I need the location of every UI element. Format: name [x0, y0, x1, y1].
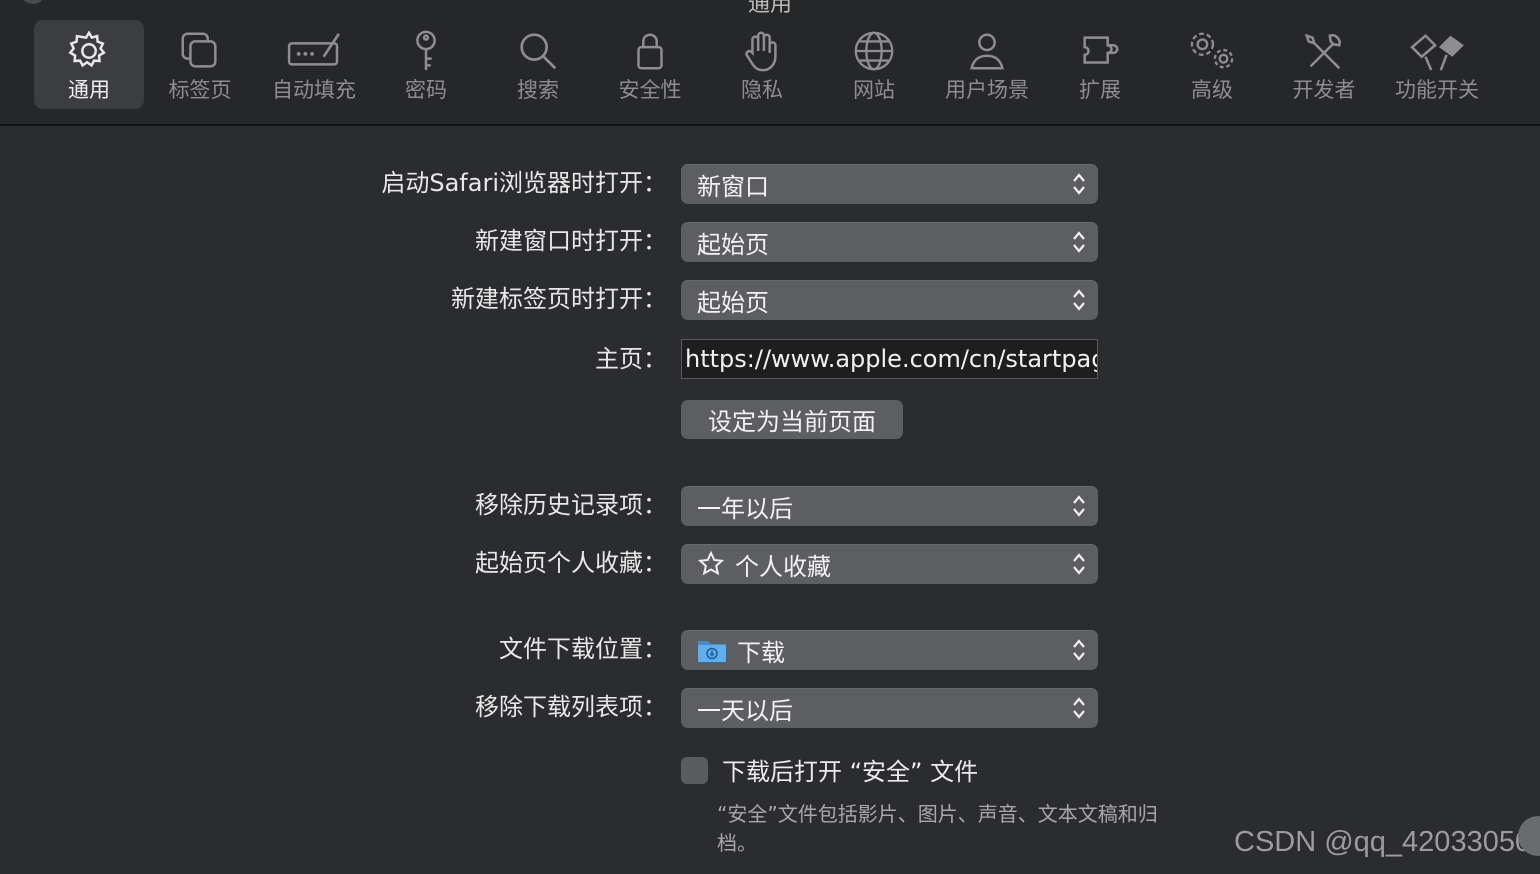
gears-icon: [1190, 32, 1234, 69]
globe-icon: [854, 31, 894, 71]
popup-value: 起始页: [697, 230, 769, 259]
popup-value: 一天以后: [697, 696, 793, 725]
safe-files-note: “安全”文件包括影片、图片、声音、文本文稿和归档。: [717, 802, 1158, 855]
new-window-popup[interactable]: 起始页: [681, 222, 1098, 262]
new-tab-label: 新建标签页时打开：: [451, 285, 667, 313]
tab-privacy[interactable]: 隐私: [708, 20, 816, 109]
tab-label: 功能开关: [1395, 78, 1479, 102]
tab-passwords[interactable]: 密码: [372, 20, 480, 109]
preferences-toolbar: 通用 通用 标签页 自动填充 密码 搜索 安全性 隐私 网站 用户场景 扩展 高…: [0, 0, 1540, 126]
download-location-label: 文件下载位置：: [499, 635, 667, 663]
tab-label: 扩展: [1079, 78, 1121, 102]
autofill-icon: [287, 33, 340, 66]
open-on-launch-label: 启动Safari浏览器时打开：: [381, 169, 667, 197]
tab-advanced[interactable]: 高级: [1158, 20, 1266, 109]
tab-extensions[interactable]: 扩展: [1046, 20, 1154, 109]
chevron-updown-icon: [1073, 697, 1085, 719]
remove-history-popup[interactable]: 一年以后: [681, 486, 1098, 526]
popup-value: 个人收藏: [735, 552, 831, 581]
chevron-updown-icon: [1073, 495, 1085, 517]
remove-downloads-label: 移除下载列表项：: [475, 693, 667, 721]
remove-history-label: 移除历史记录项：: [475, 491, 667, 519]
popup-value: 起始页: [697, 288, 769, 317]
tab-label: 自动填充: [272, 78, 356, 102]
open-safe-files-label[interactable]: 下载后打开 “安全” 文件: [722, 752, 978, 787]
tab-label: 标签页: [168, 78, 232, 102]
lock-icon: [637, 33, 663, 70]
homepage-label: 主页：: [595, 345, 667, 373]
tab-label: 高级: [1191, 78, 1233, 102]
tabs-icon: [181, 32, 217, 68]
tools-icon: [1304, 33, 1341, 70]
popup-value: 新窗口: [697, 172, 769, 201]
person-icon: [970, 33, 1004, 70]
puzzle-icon: [1083, 36, 1119, 64]
popup-value: 下载: [737, 638, 785, 667]
tab-tabs[interactable]: 标签页: [146, 20, 254, 109]
tab-search[interactable]: 搜索: [484, 20, 592, 109]
tab-label: 通用: [68, 78, 110, 102]
hand-icon: [745, 31, 777, 72]
star-icon: [697, 550, 725, 578]
favorites-label: 起始页个人收藏：: [475, 549, 667, 577]
tab-feature-flags[interactable]: 功能开关: [1382, 20, 1492, 109]
tab-websites[interactable]: 网站: [820, 20, 928, 109]
favorites-popup[interactable]: 个人收藏: [681, 544, 1098, 584]
key-icon: [416, 30, 436, 71]
tab-label: 密码: [405, 78, 447, 102]
open-safe-files-checkbox[interactable]: [681, 757, 708, 784]
watermark: CSDN @qq_42033050: [1234, 826, 1532, 858]
flags-icon: [1410, 33, 1464, 71]
window-title: 通用: [747, 0, 792, 17]
tab-security[interactable]: 安全性: [596, 20, 704, 109]
new-window-label: 新建窗口时打开：: [475, 227, 667, 255]
search-icon: [520, 33, 557, 70]
homepage-input[interactable]: https://www.apple.com/cn/startpage/: [681, 339, 1098, 379]
chevron-updown-icon: [1073, 231, 1085, 253]
download-location-popup[interactable]: 下载: [681, 630, 1098, 670]
new-tab-popup[interactable]: 起始页: [681, 280, 1098, 320]
gear-icon: [68, 30, 106, 68]
downloads-folder-icon: [697, 637, 727, 663]
tab-label: 开发者: [1292, 78, 1356, 102]
tab-label: 安全性: [618, 78, 682, 102]
chevron-updown-icon: [1073, 553, 1085, 575]
tab-label: 网站: [853, 78, 895, 102]
tab-label: 用户场景: [945, 78, 1029, 102]
tab-label: 隐私: [741, 78, 783, 102]
tab-label: 搜索: [517, 78, 559, 102]
remove-downloads-popup[interactable]: 一天以后: [681, 688, 1098, 728]
chevron-updown-icon: [1073, 639, 1085, 661]
tab-developer[interactable]: 开发者: [1270, 20, 1378, 109]
tab-autofill[interactable]: 自动填充: [258, 20, 370, 109]
tab-general[interactable]: 通用: [34, 20, 144, 109]
chevron-updown-icon: [1073, 289, 1085, 311]
tab-profiles[interactable]: 用户场景: [932, 20, 1042, 109]
open-on-launch-popup[interactable]: 新窗口: [681, 164, 1098, 204]
chevron-updown-icon: [1073, 173, 1085, 195]
popup-value: 一年以后: [697, 494, 793, 523]
set-current-page-button[interactable]: 设定为当前页面: [681, 400, 903, 439]
